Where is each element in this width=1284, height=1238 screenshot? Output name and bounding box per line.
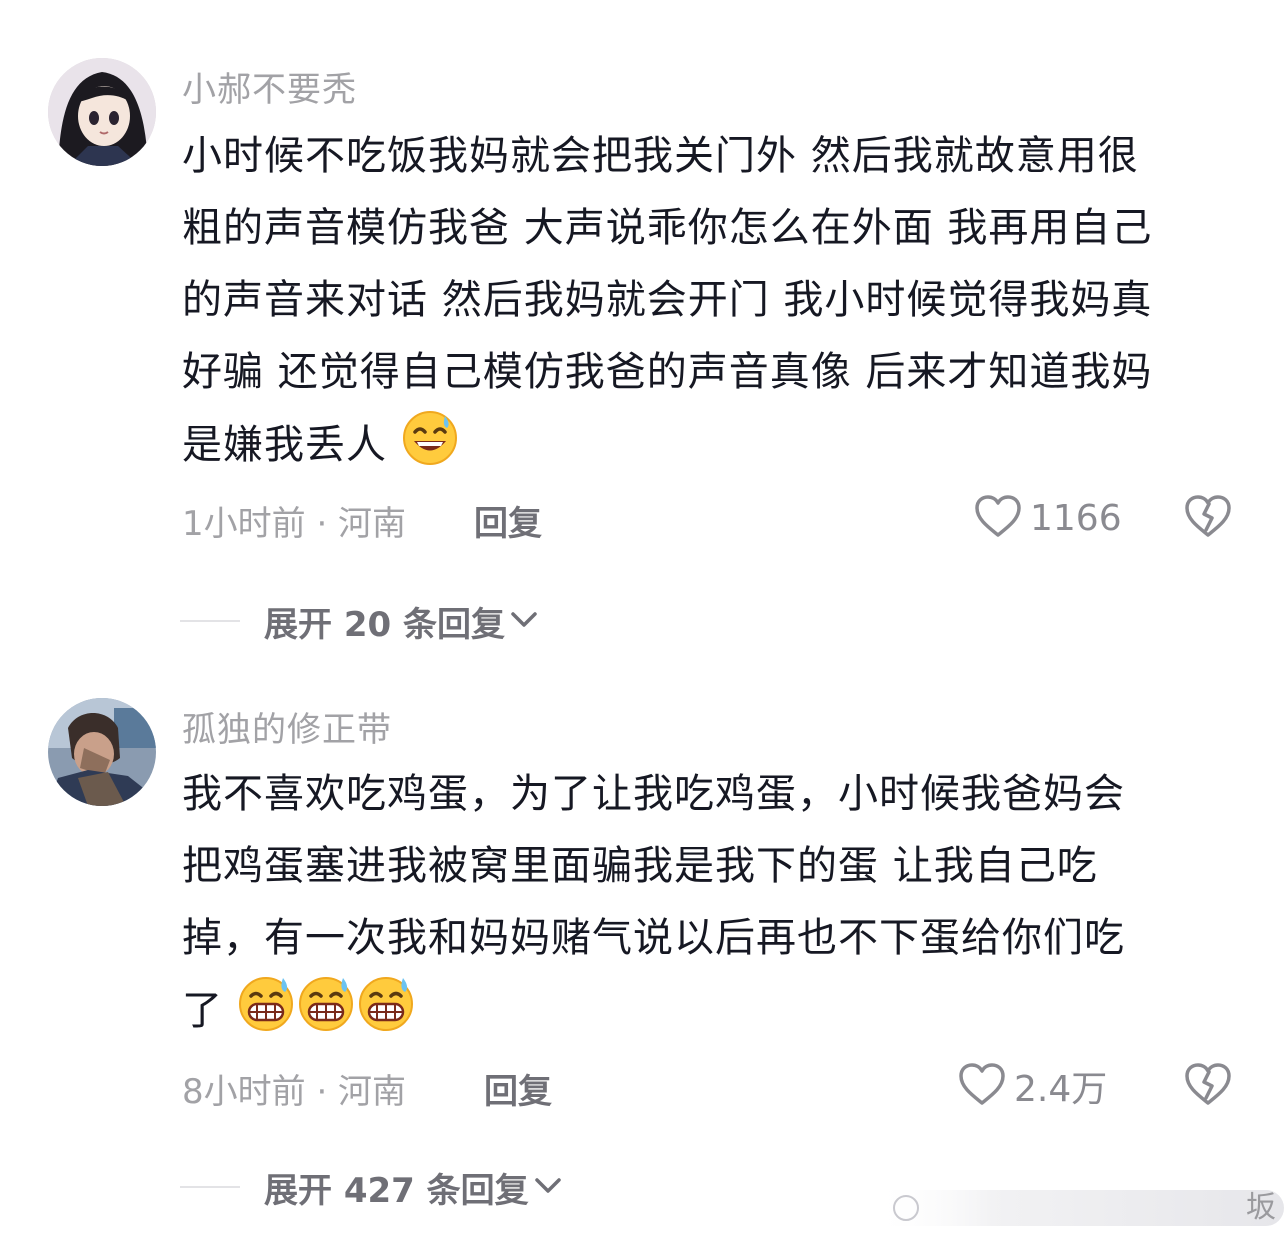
comment-time-location: 8小时前 · 河南: [182, 1072, 407, 1112]
username[interactable]: 小郝不要秃: [182, 62, 357, 111]
watermark-text: 坂: [1246, 1190, 1276, 1225]
like-button[interactable]: 2.4万: [958, 1060, 1107, 1112]
reply-button[interactable]: 回复: [484, 1064, 552, 1113]
comment-text-line: 是嫌我丢人: [182, 408, 1232, 480]
chevron-down-icon: [533, 1173, 563, 1201]
username[interactable]: 孤独的修正带: [182, 702, 392, 751]
grimace-sweat-emoji-icon: [357, 974, 415, 1032]
watermark-logo-icon: [872, 1190, 1284, 1226]
divider: [180, 1186, 240, 1188]
comment-time-location: 1小时前 · 河南: [182, 504, 407, 544]
expand-replies-button[interactable]: 展开 427 条回复: [180, 1162, 563, 1212]
comment-text-line: 小时候不吃饭我妈就会把我关门外 然后我就故意用很: [182, 133, 1139, 179]
expand-replies-label: 展开 20 条回复: [264, 604, 505, 645]
comment-text-line: 粗的声音模仿我爸 大声说乖你怎么在外面 我再用自己: [182, 205, 1153, 251]
like-count: 1166: [1030, 497, 1122, 539]
comment-text-tail: 了: [182, 988, 223, 1034]
broken-heart-icon[interactable]: [1184, 494, 1232, 542]
divider: [180, 620, 240, 622]
broken-heart-icon[interactable]: [1184, 1062, 1232, 1110]
grimace-sweat-emoji-icon: [237, 974, 295, 1032]
heart-outline-icon: [974, 494, 1022, 542]
comment-text-line: 掉，有一次我和妈妈赌气说以后再也不下蛋给你们吃: [182, 915, 1125, 961]
comment-text-line: 我不喜欢吃鸡蛋，为了让我吃鸡蛋，小时候我爸妈会: [182, 771, 1125, 817]
comment-item: 小郝不要秃 小时候不吃饭我妈就会把我关门外 然后我就故意用很 粗的声音模仿我爸 …: [0, 0, 1284, 660]
like-button[interactable]: 1166: [974, 492, 1122, 544]
like-count: 2.4万: [1014, 1069, 1108, 1110]
comment-text-line: 把鸡蛋塞进我被窝里面骗我是我下的蛋 让我自己吃: [182, 843, 1098, 889]
comment-text-tail: 是嫌我丢人: [182, 422, 387, 468]
comment-body: 我不喜欢吃鸡蛋，为了让我吃鸡蛋，小时候我爸妈会 把鸡蛋塞进我被窝里面骗我是我下的…: [182, 758, 1232, 1046]
expand-replies-button[interactable]: 展开 20 条回复: [180, 596, 539, 646]
grinning-sweat-emoji-icon: [401, 408, 459, 466]
comment-text-line: 的声音来对话 然后我妈就会开门 我小时候觉得我妈真: [182, 277, 1153, 323]
reply-button[interactable]: 回复: [474, 496, 542, 545]
avatar[interactable]: [48, 698, 156, 806]
grimace-sweat-emoji-icon: [297, 974, 355, 1032]
avatar[interactable]: [48, 58, 156, 166]
chevron-down-icon: [509, 607, 539, 635]
watermark: 坂: [872, 1182, 1284, 1234]
expand-replies-label: 展开 427 条回复: [264, 1170, 529, 1211]
comment-body: 小时候不吃饭我妈就会把我关门外 然后我就故意用很 粗的声音模仿我爸 大声说乖你怎…: [182, 120, 1232, 480]
comment-text-line: 了: [182, 974, 1232, 1046]
comment-item: 孤独的修正带 我不喜欢吃鸡蛋，为了让我吃鸡蛋，小时候我爸妈会 把鸡蛋塞进我被窝里…: [0, 660, 1284, 1236]
heart-outline-icon: [958, 1062, 1006, 1110]
comment-text-line: 好骗 还觉得自己模仿我爸的声音真像 后来才知道我妈: [182, 349, 1153, 395]
